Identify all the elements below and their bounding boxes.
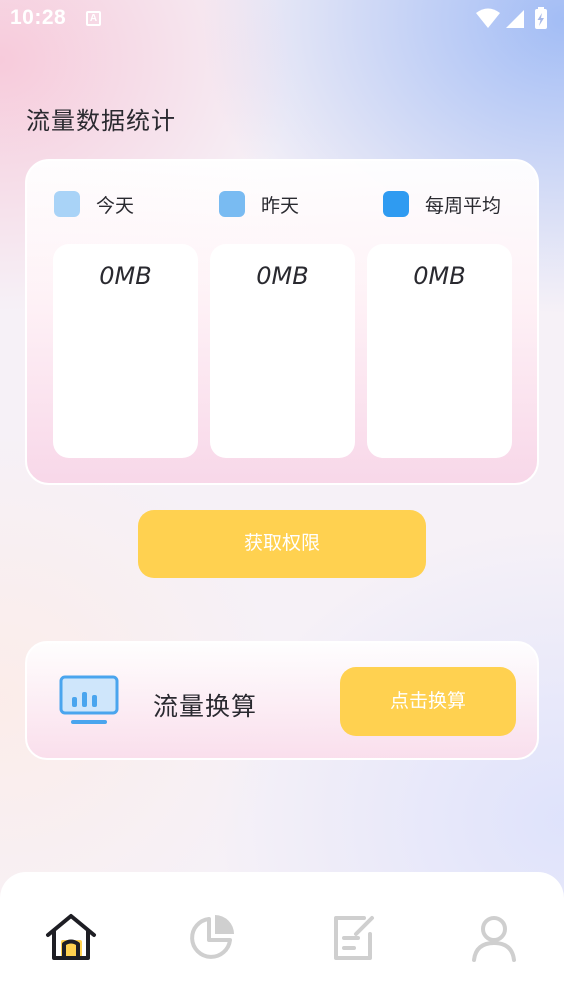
traffic-conversion-card: 流量换算 点击换算	[25, 641, 539, 760]
traffic-conversion-title: 流量换算	[153, 692, 258, 721]
stat-box-today: 0MB	[53, 244, 198, 458]
status-icons	[476, 7, 547, 29]
tab-home[interactable]	[43, 910, 99, 966]
legend-swatch-weekly-average	[383, 191, 409, 217]
user-icon	[472, 916, 516, 962]
pie-chart-icon	[190, 915, 234, 959]
legend-label-yesterday: 昨天	[261, 194, 300, 217]
tab-records[interactable]	[326, 910, 382, 966]
convert-button[interactable]: 点击换算	[340, 667, 516, 736]
notification-badge-icon: A	[86, 11, 101, 26]
legend-item-today: 今天	[54, 191, 134, 217]
get-permission-button[interactable]: 获取权限	[138, 510, 426, 578]
tab-statistics[interactable]	[184, 910, 240, 966]
legend-label-weekly-average: 每周平均	[425, 194, 502, 217]
stat-value-today: 0MB	[99, 262, 152, 290]
stat-value-weekly-average: 0MB	[413, 262, 466, 290]
home-icon	[46, 914, 96, 960]
legend-item-weekly-average: 每周平均	[383, 191, 501, 217]
traffic-stats-card: 今天 昨天 每周平均 0MB 0MB 0MB	[25, 159, 539, 485]
stat-box-weekly-average: 0MB	[367, 244, 512, 458]
battery-charging-icon	[535, 7, 547, 29]
legend-swatch-today	[54, 191, 80, 217]
status-time: 10:28	[10, 6, 67, 29]
legend-swatch-yesterday	[219, 191, 245, 217]
legend-label-today: 今天	[96, 194, 135, 217]
edit-note-icon	[334, 916, 374, 960]
tab-profile[interactable]	[466, 910, 522, 966]
stat-box-yesterday: 0MB	[210, 244, 355, 458]
legend-item-yesterday: 昨天	[219, 191, 299, 217]
page-title: 流量数据统计	[26, 107, 176, 135]
signal-icon	[506, 10, 524, 28]
monitor-chart-icon	[59, 675, 119, 724]
status-bar: 10:28 A	[0, 0, 564, 38]
wifi-icon	[476, 8, 500, 28]
bottom-tab-bar	[0, 872, 564, 1002]
stat-value-yesterday: 0MB	[256, 262, 309, 290]
